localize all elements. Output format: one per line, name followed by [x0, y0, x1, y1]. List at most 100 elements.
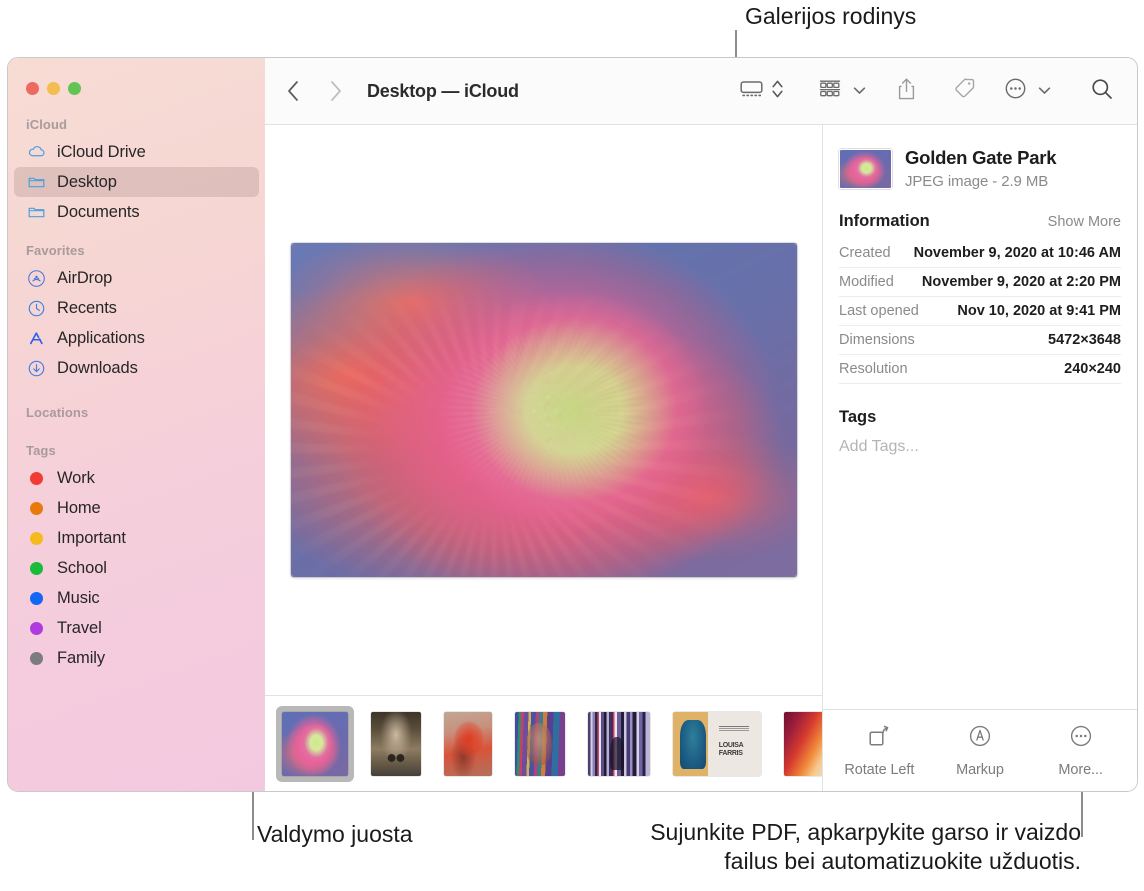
clock-icon — [26, 298, 47, 319]
thumbnail-image — [588, 712, 650, 776]
thumbnail-item[interactable] — [438, 706, 498, 782]
sidebar-item-label: iCloud Drive — [57, 143, 146, 162]
sidebar-item-label: Downloads — [57, 359, 138, 378]
tag-dot-icon — [30, 502, 43, 515]
markup-icon — [968, 724, 992, 753]
sidebar-item-label: School — [57, 559, 107, 578]
zoom-window-button[interactable] — [68, 82, 81, 95]
applications-icon — [26, 328, 47, 349]
tag-dot-icon — [30, 472, 43, 485]
sidebar-tag-home[interactable]: Home — [14, 493, 259, 523]
callout-toolbar: Valdymo juosta — [257, 820, 413, 849]
sidebar-section-locations: Locations — [8, 383, 265, 425]
sidebar-tag-important[interactable]: Important — [14, 523, 259, 553]
search-button[interactable] — [1085, 71, 1119, 111]
folder-icon — [26, 202, 47, 223]
sidebar-section-tags: Tags — [8, 425, 265, 463]
back-button[interactable] — [275, 73, 311, 109]
folder-icon — [26, 172, 47, 193]
sidebar-tag-family[interactable]: Family — [14, 643, 259, 673]
sidebar-tag-music[interactable]: Music — [14, 583, 259, 613]
sidebar-item-label: Work — [57, 469, 95, 488]
chevron-up-down-icon — [771, 78, 784, 105]
info-row-last-opened: Last opened Nov 10, 2020 at 9:41 PM — [839, 297, 1121, 326]
sidebar-tag-work[interactable]: Work — [14, 463, 259, 493]
close-window-button[interactable] — [26, 82, 39, 95]
thumbnail-image: LOUISAFARRIS — [673, 712, 761, 776]
sidebar-item-documents[interactable]: Documents — [14, 197, 259, 227]
information-header: Information Show More — [839, 212, 1121, 231]
tag-dot-icon — [30, 532, 43, 545]
sidebar-item-applications[interactable]: Applications — [14, 323, 259, 353]
sidebar-item-label: Home — [57, 499, 101, 518]
action-label: Rotate Left — [844, 762, 914, 778]
sidebar-item-label: Family — [57, 649, 105, 668]
sidebar-item-icloud-drive[interactable]: iCloud Drive — [14, 137, 259, 167]
markup-button[interactable]: Markup — [933, 724, 1027, 778]
sidebar-item-desktop[interactable]: Desktop — [14, 167, 259, 197]
gallery-view-button[interactable] — [740, 71, 763, 111]
information-title: Information — [839, 212, 930, 231]
view-stepper-button[interactable] — [771, 71, 784, 111]
rotate-left-button[interactable]: Rotate Left — [832, 724, 926, 778]
preview-image[interactable] — [291, 243, 797, 577]
info-key: Dimensions — [839, 332, 915, 348]
more-button[interactable]: More... — [1034, 724, 1128, 778]
callout-gallery-view: Galerijos rodinys — [745, 2, 916, 31]
file-name: Golden Gate Park — [905, 147, 1056, 169]
thumbnail-item[interactable] — [582, 706, 656, 782]
thumbnail-item[interactable] — [365, 706, 427, 782]
share-icon — [897, 77, 916, 106]
action-bar: Rotate Left Markup — [823, 709, 1137, 791]
thumbnail-image — [282, 712, 348, 776]
sidebar-section-icloud: iCloud — [8, 110, 265, 137]
info-row-resolution: Resolution 240×240 — [839, 355, 1121, 384]
sidebar-item-downloads[interactable]: Downloads — [14, 353, 259, 383]
sidebar-item-label: Travel — [57, 619, 102, 638]
sidebar-item-label: Documents — [57, 203, 140, 222]
traffic-lights — [8, 66, 265, 110]
sidebar-tag-school[interactable]: School — [14, 553, 259, 583]
info-panel: Golden Gate Park JPEG image - 2.9 MB Inf… — [823, 125, 1137, 791]
info-value: November 9, 2020 at 10:46 AM — [914, 245, 1121, 261]
thumbnail-item[interactable] — [778, 706, 822, 782]
preview-image-blur — [291, 243, 797, 577]
thumbnail-item[interactable] — [509, 706, 571, 782]
group-items-button[interactable] — [818, 71, 866, 111]
sidebar-item-label: Desktop — [57, 173, 117, 192]
more-actions-button[interactable] — [1004, 71, 1051, 111]
info-key: Created — [839, 245, 891, 261]
thumbnail-item[interactable]: LOUISAFARRIS — [667, 706, 767, 782]
add-tags-button[interactable] — [946, 71, 982, 111]
content-row: LOUISAFARRIS Marketing Plan Fall 2019 — [265, 125, 1137, 791]
minimize-window-button[interactable] — [47, 82, 60, 95]
search-icon — [1090, 77, 1114, 106]
info-key: Last opened — [839, 303, 919, 319]
share-button[interactable] — [888, 71, 924, 111]
main-column: Desktop — iCloud — [265, 58, 1137, 791]
sidebar-tag-travel[interactable]: Travel — [14, 613, 259, 643]
thumbnail-item-selected[interactable] — [276, 706, 354, 782]
show-more-link[interactable]: Show More — [1048, 214, 1121, 230]
action-label: Markup — [956, 762, 1004, 778]
forward-button[interactable] — [317, 73, 353, 109]
action-label: More... — [1058, 762, 1102, 778]
info-key: Modified — [839, 274, 894, 290]
gallery-view-icon — [740, 79, 763, 104]
finder-window: iCloud iCloud Drive Desktop Documents — [7, 57, 1138, 792]
add-tags-field[interactable]: Add Tags... — [839, 438, 1121, 456]
sidebar-item-airdrop[interactable]: AirDrop — [14, 263, 259, 293]
toolbar: Desktop — iCloud — [265, 58, 1137, 125]
ellipsis-circle-icon — [1004, 77, 1027, 105]
tag-icon — [953, 77, 976, 105]
info-panel-scroll: Golden Gate Park JPEG image - 2.9 MB Inf… — [823, 125, 1137, 709]
tag-dot-icon — [30, 622, 43, 635]
sidebar-item-label: Music — [57, 589, 100, 608]
chevron-down-icon — [853, 82, 866, 100]
thumbnail-strip[interactable]: LOUISAFARRIS Marketing Plan Fall 2019 — [265, 695, 822, 791]
sidebar-item-recents[interactable]: Recents — [14, 293, 259, 323]
thumbnail-image — [515, 712, 565, 776]
tags-title: Tags — [839, 408, 1121, 427]
info-value: 240×240 — [1064, 361, 1121, 377]
sidebar-item-label: Important — [57, 529, 126, 548]
